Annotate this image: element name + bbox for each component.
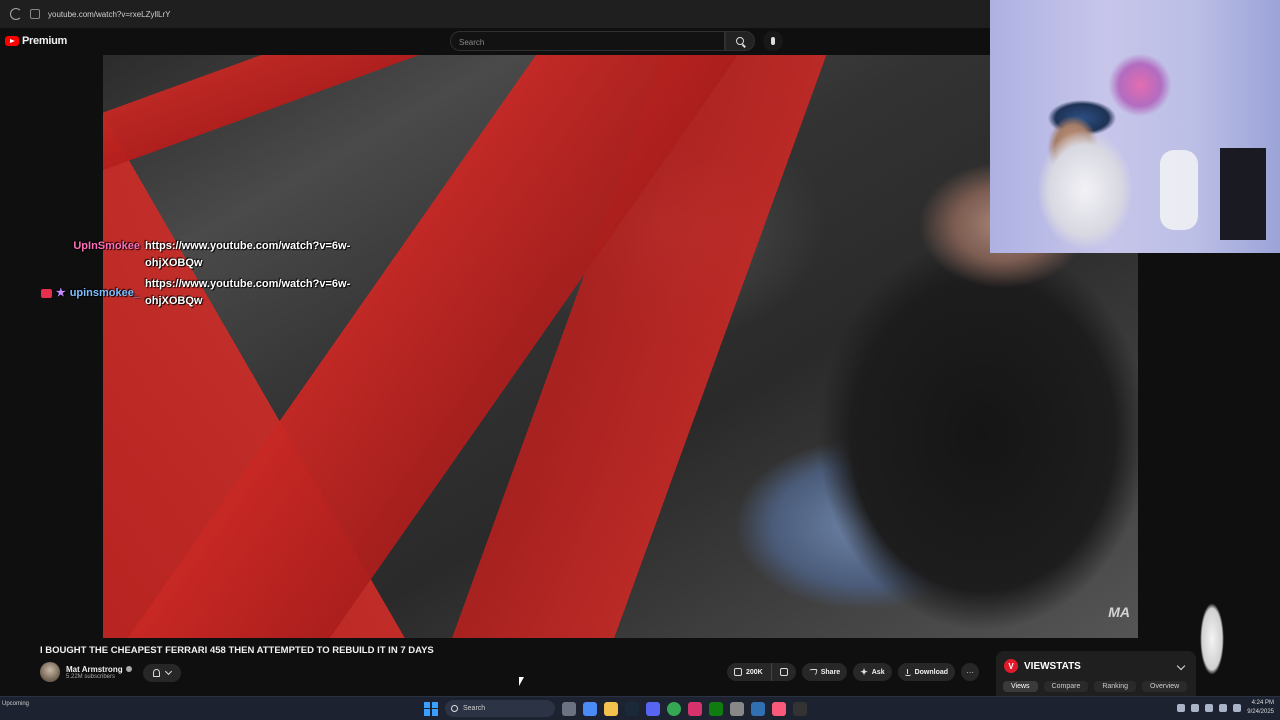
clock-date: 9/24/2025 <box>1247 709 1274 715</box>
like-button[interactable]: 200K <box>727 663 771 681</box>
viewstats-panel: V VIEWSTATS Views Compare Ranking Overvi… <box>996 651 1196 696</box>
reload-icon[interactable] <box>10 8 22 20</box>
site-info-icon[interactable] <box>30 9 40 19</box>
clock[interactable]: 4:24 PM 9/24/2025 <box>1247 699 1274 717</box>
tab-overview[interactable]: Overview <box>1142 681 1188 692</box>
screen: youtube.com/watch?v=rxeLZyllLrY Premium … <box>0 0 1280 720</box>
viewstats-header[interactable]: V VIEWSTATS <box>1004 659 1081 673</box>
search-button[interactable] <box>725 31 755 51</box>
windows-start-icon[interactable] <box>424 701 438 716</box>
steam-icon[interactable] <box>625 701 639 716</box>
chevron-down-icon <box>164 667 173 676</box>
chat-username: upinsmokee_ <box>69 286 140 299</box>
channel-text: Mat Armstrong 5.22M subscribers <box>66 665 132 680</box>
url-text[interactable]: youtube.com/watch?v=rxeLZyllLrY <box>48 10 171 19</box>
clock-time: 4:24 PM <box>1251 700 1274 706</box>
action-bar: 200K Share ✦ Ask Download ··· <box>727 663 980 681</box>
sparkle-icon: ✦ <box>860 667 868 677</box>
chat-username: UpInSmokee <box>73 240 140 252</box>
thumbs-up-icon <box>734 668 742 676</box>
video-watermark: MA <box>1108 604 1130 620</box>
share-button[interactable]: Share <box>801 663 848 681</box>
subscriber-count: 5.22M subscribers <box>66 673 116 680</box>
search-input[interactable] <box>451 33 724 52</box>
terminal-icon[interactable] <box>793 701 807 716</box>
video-title: I BOUGHT THE CHEAPEST FERRARI 458 THEN A… <box>40 645 434 656</box>
microphone-icon <box>771 37 775 45</box>
channel-name-row[interactable]: Mat Armstrong <box>66 665 132 674</box>
chrome-icon[interactable] <box>667 701 681 716</box>
chat-overlay: UpInSmokee https://www.youtube.com/watch… <box>40 238 370 314</box>
tab-views[interactable]: Views <box>1003 681 1038 692</box>
video-badge-icon <box>40 288 52 298</box>
chat-username-wrap: ★ upinsmokee_ <box>40 276 140 310</box>
microphone-icon[interactable] <box>1205 704 1214 712</box>
volume-icon[interactable] <box>1233 704 1242 712</box>
channel-name[interactable]: Mat Armstrong <box>66 665 123 674</box>
viewstats-logo-icon: V <box>1004 659 1018 673</box>
share-icon <box>807 669 818 675</box>
search-icon <box>451 705 458 712</box>
download-label: Download <box>914 668 949 676</box>
tab-ranking[interactable]: Ranking <box>1094 681 1137 692</box>
chevron-up-icon[interactable] <box>1177 704 1186 712</box>
discord-icon[interactable] <box>646 701 660 716</box>
tab-compare[interactable]: Compare <box>1043 681 1089 692</box>
browser-address-bar[interactable]: youtube.com/watch?v=rxeLZyllLrY <box>0 0 990 28</box>
taskbar-search-label: Search <box>463 705 486 712</box>
like-count: 200K <box>746 668 763 676</box>
webcam-shelf <box>1220 148 1266 240</box>
ask-label: Ask <box>871 668 885 676</box>
copilot-icon[interactable] <box>583 701 597 716</box>
network-icon[interactable] <box>1219 704 1228 712</box>
share-label: Share <box>820 668 841 676</box>
chat-message: UpInSmokee https://www.youtube.com/watch… <box>40 238 370 272</box>
opera-icon[interactable] <box>688 701 702 716</box>
music-icon[interactable] <box>772 701 786 716</box>
taskbar-search[interactable]: Search <box>445 700 555 717</box>
more-actions-button[interactable]: ··· <box>961 663 980 681</box>
viewstats-tabs: Views Compare Ranking Overview <box>1003 681 1188 692</box>
download-button[interactable]: Download <box>897 663 956 681</box>
dislike-button[interactable] <box>770 663 796 681</box>
nvidia-icon[interactable] <box>1191 704 1200 712</box>
voice-search-button[interactable] <box>763 31 783 51</box>
youtube-header: Premium <box>0 28 990 55</box>
windows-taskbar: Upcoming Search 4:24 PM 9/24/2025 <box>0 696 1280 720</box>
chevron-down-icon[interactable] <box>1176 661 1186 671</box>
search-icon <box>736 37 744 45</box>
brand-sticker-logo <box>1200 603 1224 675</box>
download-icon <box>904 668 911 676</box>
youtube-play-icon <box>5 36 19 46</box>
xbox-icon[interactable] <box>709 701 723 716</box>
youtube-logo[interactable]: Premium <box>5 35 67 47</box>
system-tray: 4:24 PM 9/24/2025 <box>1177 699 1274 717</box>
webcam-skateboards <box>1160 150 1198 230</box>
chat-text: https://www.youtube.com/watch?v=6w-ohjXO… <box>145 278 351 307</box>
mouse-cursor-icon <box>519 677 524 686</box>
bell-icon <box>153 669 160 677</box>
logo-text: Premium <box>22 35 67 47</box>
task-view-icon[interactable] <box>562 701 576 716</box>
app-icon[interactable] <box>751 701 765 716</box>
channel-info[interactable]: Mat Armstrong 5.22M subscribers <box>40 662 132 682</box>
taskbar-apps: Search <box>424 700 807 717</box>
video-player[interactable]: MA <box>103 55 1138 638</box>
settings-gear-icon[interactable] <box>730 701 744 716</box>
chat-message: ★ upinsmokee_ https://www.youtube.com/wa… <box>40 276 370 310</box>
viewstats-title: VIEWSTATS <box>1024 660 1081 672</box>
search-box[interactable] <box>450 31 725 52</box>
ask-button[interactable]: ✦ Ask <box>853 663 892 681</box>
channel-avatar[interactable] <box>40 662 60 682</box>
webcam-overlay <box>990 0 1280 253</box>
verified-icon <box>125 666 132 672</box>
chat-text: https://www.youtube.com/watch?v=6w-ohjXO… <box>145 240 351 269</box>
notification-button[interactable] <box>143 664 181 682</box>
star-badge-icon: ★ <box>55 286 66 299</box>
file-explorer-icon[interactable] <box>604 701 618 716</box>
weather-widget[interactable]: Upcoming <box>2 700 29 708</box>
thumbs-down-icon <box>779 668 788 676</box>
